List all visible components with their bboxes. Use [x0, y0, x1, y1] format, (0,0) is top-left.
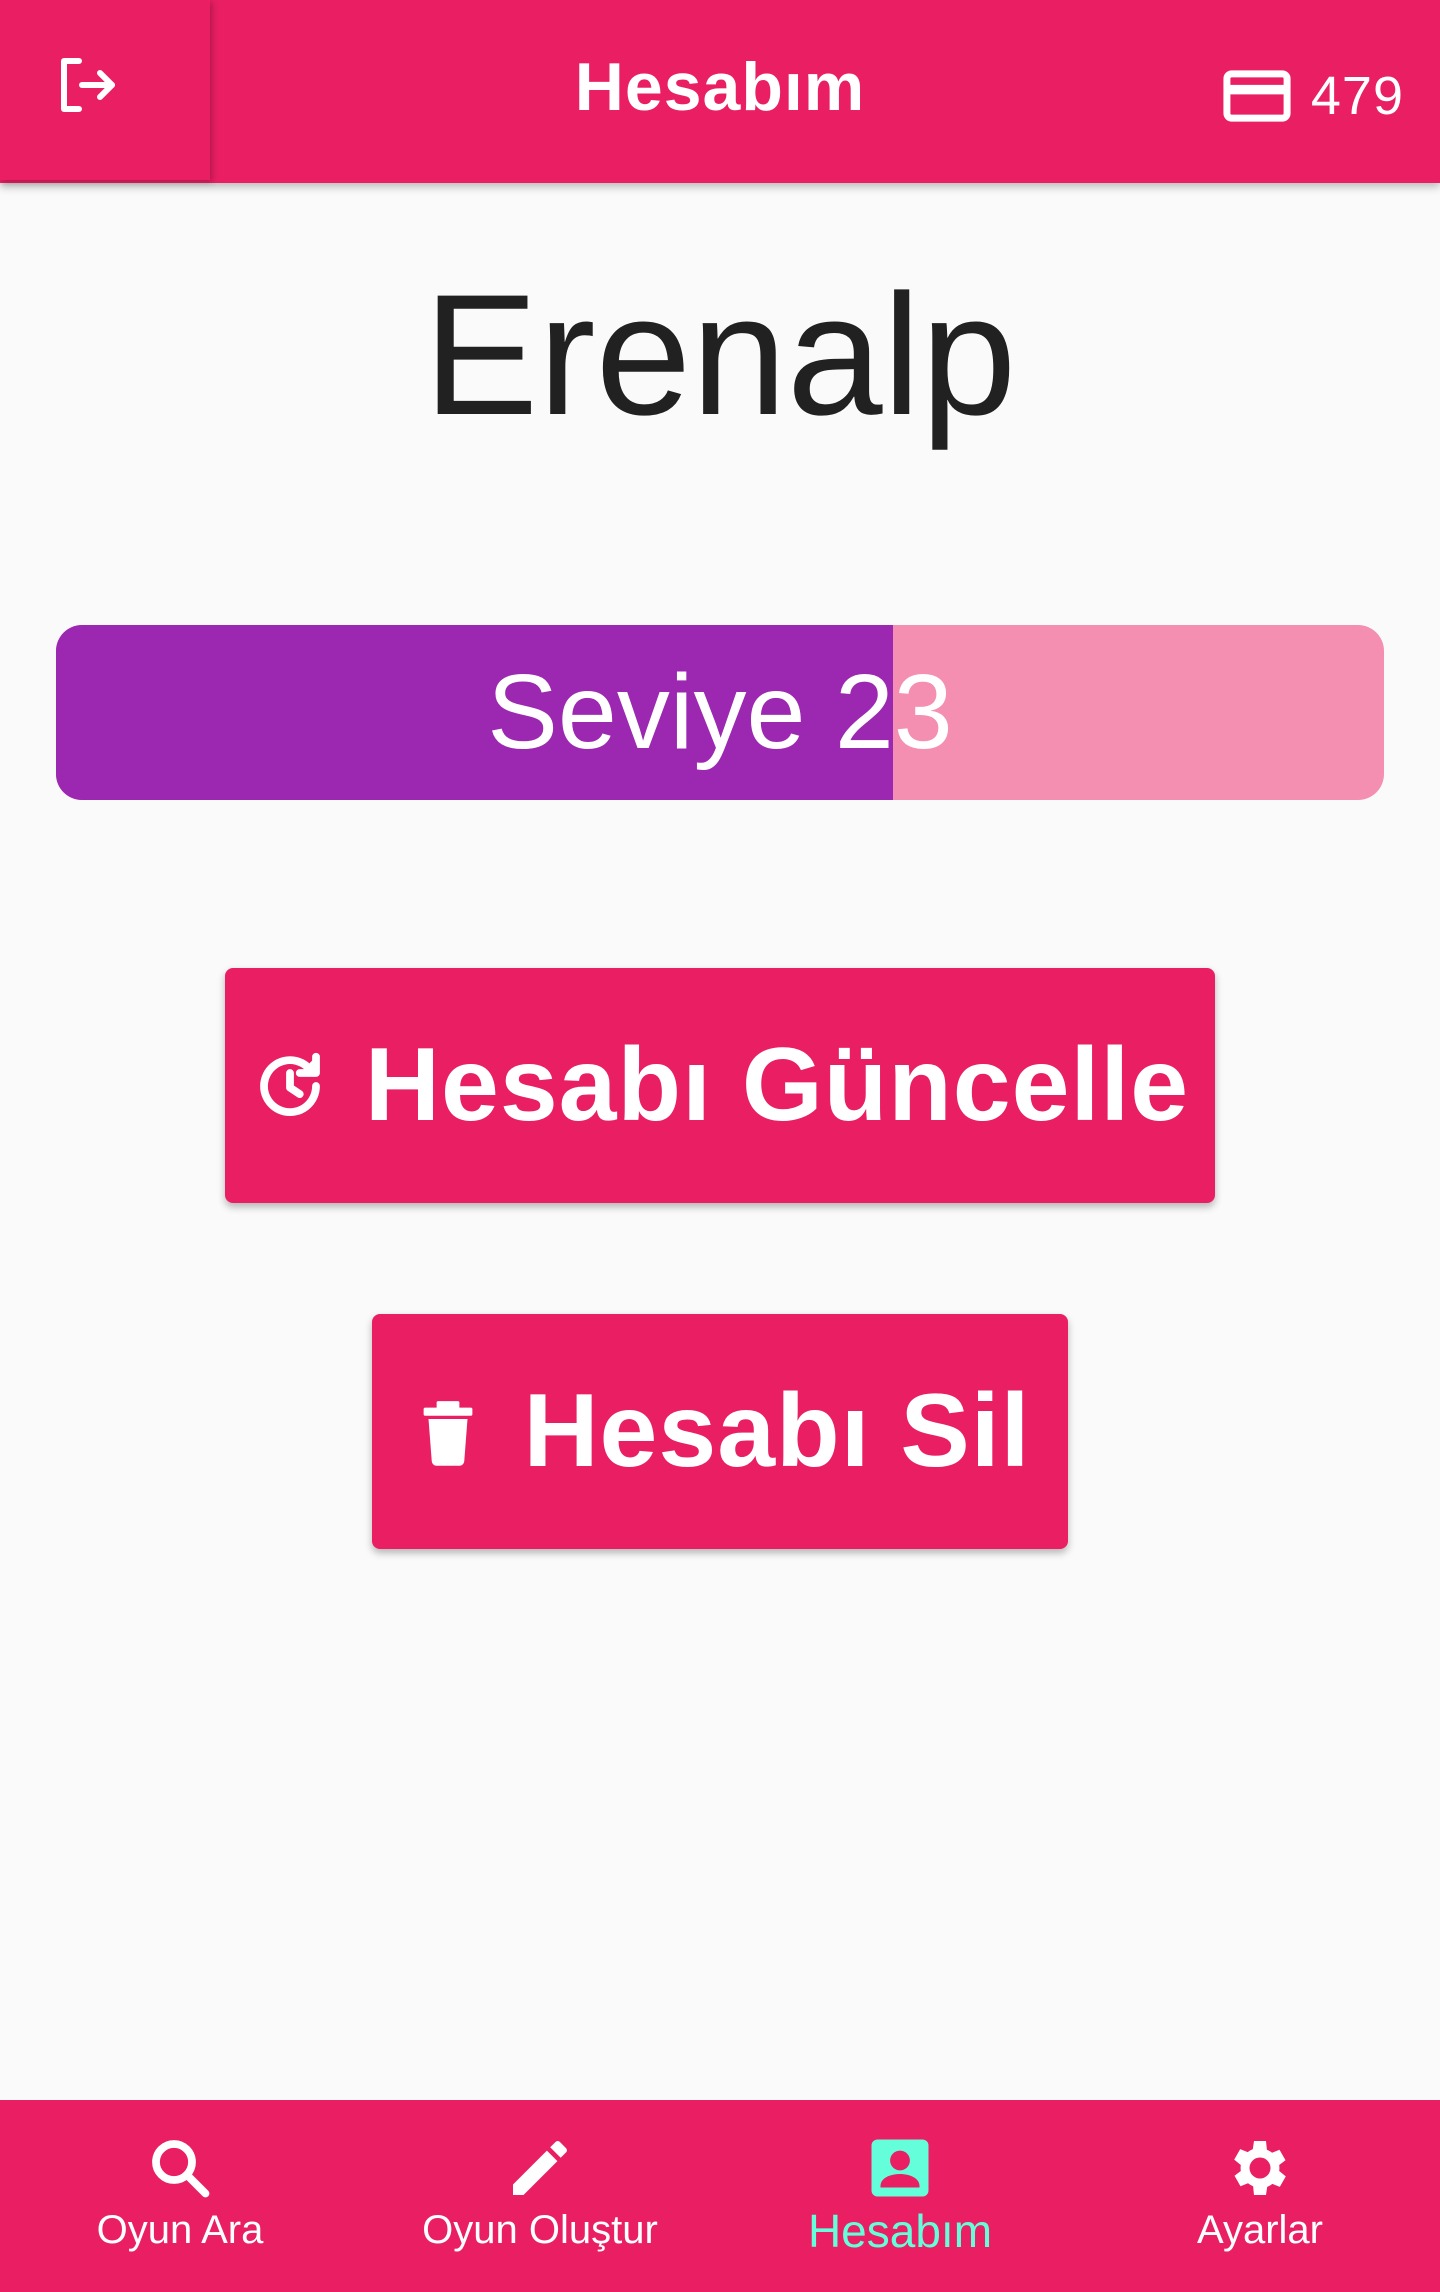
balance-value: 479 — [1310, 66, 1404, 126]
delete-account-button[interactable]: Hesabı Sil — [372, 1314, 1068, 1549]
nav-item-create-game[interactable]: Oyun Oluştur — [360, 2100, 720, 2292]
credit-card-icon — [1223, 70, 1291, 122]
delete-account-label: Hesabı Sil — [523, 1373, 1031, 1489]
nav-label-search-game: Oyun Ara — [96, 2208, 264, 2252]
nav-item-search-game[interactable]: Oyun Ara — [0, 2100, 360, 2292]
level-label: Seviye 23 — [487, 653, 953, 771]
account-box-icon — [871, 2139, 929, 2197]
nav-label-my-account: Hesabım — [807, 2205, 993, 2257]
search-icon — [152, 2140, 210, 2198]
nav-item-my-account[interactable]: Hesabım — [720, 2100, 1080, 2292]
username: Erenalp — [423, 259, 1017, 451]
nav-label-create-game: Oyun Oluştur — [422, 2208, 658, 2252]
trash-icon — [424, 1400, 473, 1466]
nav-label-settings: Ayarlar — [1197, 2208, 1323, 2252]
update-account-button[interactable]: Hesabı Güncelle — [225, 968, 1215, 1203]
balance-display: 479 — [1219, 58, 1404, 134]
level-progress-bar: Seviye 23 — [56, 625, 1384, 800]
bottom-navigation: Oyun Ara Oyun Oluştur Hesabım Ayarlar — [0, 2100, 1440, 2292]
top-app-bar: Hesabım 479 — [0, 0, 1440, 183]
update-account-label: Hesabı Güncelle — [364, 1027, 1190, 1143]
pencil-icon — [513, 2141, 567, 2195]
app-root: Hesabım 479 Erenalp Seviye 23 Hesabı Gün… — [0, 0, 1440, 2292]
nav-item-settings[interactable]: Ayarlar — [1080, 2100, 1440, 2292]
gear-icon — [1234, 2141, 1286, 2195]
restore-clock-icon — [260, 1052, 320, 1116]
